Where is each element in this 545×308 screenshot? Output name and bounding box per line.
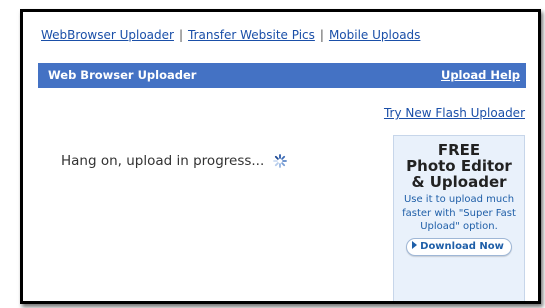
loading-spinner-icon	[272, 154, 287, 172]
header-title: Web Browser Uploader	[48, 68, 197, 82]
ad-free-label: FREE	[437, 141, 481, 159]
upload-help-link[interactable]: Upload Help	[441, 68, 520, 82]
ad-description: Use it to upload much faster with "Super…	[402, 194, 516, 232]
nav-separator: |	[319, 28, 324, 42]
webbrowser-uploader-link[interactable]: WebBrowser Uploader	[41, 28, 174, 42]
play-arrow-icon	[412, 240, 418, 249]
download-now-button[interactable]: Download Now	[406, 237, 512, 256]
photo-editor-ad: FREE Photo Editor & Uploader Use it to u…	[393, 135, 525, 301]
mobile-uploads-link[interactable]: Mobile Uploads	[329, 28, 420, 42]
upload-status: Hang on, upload in progress...	[61, 153, 287, 172]
header-bar: Web Browser Uploader Upload Help	[38, 63, 526, 88]
uploader-window: WebBrowser Uploader | Transfer Website Pic…	[20, 9, 541, 304]
transfer-website-pics-link[interactable]: Transfer Website Pics	[188, 28, 315, 42]
download-now-label: Download Now	[420, 240, 504, 252]
flash-uploader-link[interactable]: Try New Flash Uploader	[384, 106, 525, 120]
ad-title-line2: & Uploader	[411, 173, 507, 191]
top-nav: WebBrowser Uploader | Transfer Website Pic…	[41, 28, 420, 42]
nav-separator: |	[178, 28, 184, 42]
upload-status-message: Hang on, upload in progress...	[61, 153, 265, 169]
ad-title-line1: Photo Editor	[406, 157, 512, 175]
